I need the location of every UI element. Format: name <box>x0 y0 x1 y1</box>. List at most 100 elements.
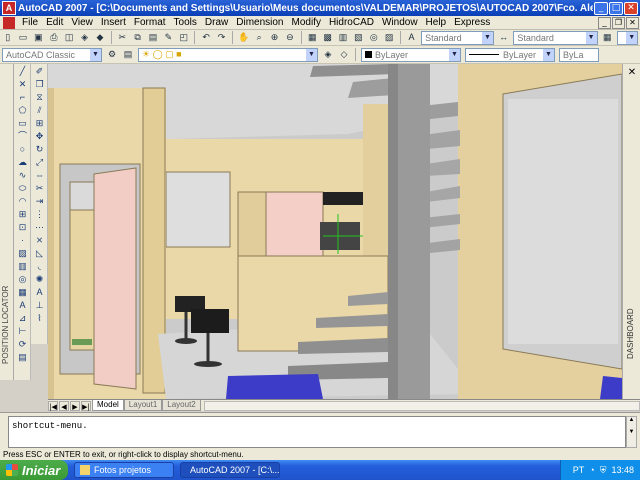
color-select[interactable]: ByLayer ▼ <box>361 47 461 62</box>
markup-icon[interactable]: ◎ <box>367 31 380 44</box>
command-scrollbar[interactable]: ▲ ▼ <box>626 416 637 448</box>
rotate-icon[interactable]: ↻ <box>32 143 47 155</box>
sheet-set-icon[interactable]: ▧ <box>352 31 365 44</box>
start-button[interactable]: Iniciar <box>0 460 68 480</box>
redo-icon[interactable]: ↷ <box>215 31 228 44</box>
dim-style-icon[interactable]: ↔ <box>497 31 510 44</box>
dashboard-palette[interactable]: ✕ DASHBOARD <box>622 64 640 399</box>
menu-window[interactable]: Window <box>378 17 422 28</box>
make-block-icon[interactable]: ⊡ <box>15 221 30 233</box>
3d-dwf-icon[interactable]: ◆ <box>93 31 106 44</box>
chamfer-icon[interactable]: ◺ <box>32 247 47 259</box>
text-edit-icon[interactable]: A <box>32 286 47 298</box>
point-icon[interactable]: · <box>15 234 30 246</box>
doc-minimize-button[interactable]: _ <box>598 16 611 29</box>
ellipse-arc-icon[interactable]: ◠ <box>15 195 30 207</box>
revision-cloud-icon[interactable]: ☁ <box>15 156 30 168</box>
linetype-select[interactable]: ByLayer ▼ <box>465 47 555 62</box>
scale-icon[interactable]: ⤢ <box>32 156 47 168</box>
multiline-text-icon[interactable]: A <box>15 299 30 311</box>
clock[interactable]: 13:48 <box>611 465 634 475</box>
doc-restore-button[interactable]: ❐ <box>612 16 625 29</box>
hatch-icon[interactable]: ▨ <box>15 247 30 259</box>
region-icon[interactable]: ◎ <box>15 273 30 285</box>
chevron-down-icon[interactable]: ▼ <box>90 48 101 61</box>
tab-layout2[interactable]: Layout2 <box>162 400 201 411</box>
rectangle-icon[interactable]: ▭ <box>15 117 30 129</box>
arc-icon[interactable]: ⌒ <box>15 130 30 142</box>
ucs-icon[interactable]: ⊿ <box>15 312 30 324</box>
chevron-down-icon[interactable]: ▼ <box>306 48 317 61</box>
circle-icon[interactable]: ○ <box>15 143 30 155</box>
table-style-select[interactable]: ▼ <box>616 30 639 45</box>
save-icon[interactable]: ▣ <box>32 31 45 44</box>
properties-icon[interactable]: ▦ <box>306 31 319 44</box>
3d-model-render[interactable] <box>48 64 622 399</box>
menu-help[interactable]: Help <box>422 17 451 28</box>
polygon-icon[interactable]: ⬠ <box>15 104 30 116</box>
doc-close-button[interactable]: ✕ <box>626 16 639 29</box>
tool-palettes-icon[interactable]: ▥ <box>336 31 349 44</box>
ellipse-icon[interactable]: ⬭ <box>15 182 30 194</box>
new-icon[interactable]: ▯ <box>1 31 14 44</box>
extend-icon[interactable]: ⇥ <box>32 195 47 207</box>
join-icon[interactable]: ⨯ <box>32 234 47 246</box>
table-style-icon[interactable]: ▦ <box>601 31 614 44</box>
copy-object-icon[interactable]: ❐ <box>32 78 47 90</box>
autocad-logo-icon[interactable]: A <box>2 1 16 15</box>
calculator-icon[interactable]: ▨ <box>382 31 395 44</box>
menu-express[interactable]: Express <box>450 17 494 28</box>
last-tab-button[interactable]: ▶| <box>81 400 91 411</box>
make-current-layer-icon[interactable]: ◈ <box>321 48 335 61</box>
pan-icon[interactable]: ✋ <box>237 31 250 44</box>
array-icon[interactable]: ⊞ <box>32 117 47 129</box>
text-style-icon[interactable]: A <box>405 31 418 44</box>
position-locator-palette[interactable]: POSITION LOCATOR <box>0 64 14 380</box>
plot-icon[interactable]: ⎙ <box>47 31 60 44</box>
zoom-window-icon[interactable]: ⊕ <box>268 31 281 44</box>
minimize-button[interactable]: _ <box>594 1 608 15</box>
task-autocad[interactable]: AutoCAD 2007 - [C:\... <box>180 462 280 478</box>
zoom-realtime-icon[interactable]: ⌕ <box>252 31 265 44</box>
copy-icon[interactable]: ⧉ <box>131 31 144 44</box>
menu-hidrocad[interactable]: HidroCAD <box>325 17 378 28</box>
erase-icon[interactable]: ✐ <box>32 65 47 77</box>
security-shield-icon[interactable]: ⛨ <box>600 465 607 476</box>
chevron-down-icon[interactable]: ▼ <box>481 31 493 44</box>
close-icon[interactable]: ✕ <box>626 67 638 79</box>
tab-layout1[interactable]: Layout1 <box>123 400 163 411</box>
pedit-icon[interactable]: ⌇ <box>32 312 47 324</box>
dim-style-select[interactable]: Standard ▼ <box>513 30 598 45</box>
3d-orbit-icon[interactable]: ⟳ <box>15 338 30 350</box>
menu-tools[interactable]: Tools <box>170 17 201 28</box>
previous-tab-button[interactable]: ◀ <box>59 400 69 411</box>
layer-select[interactable]: ☀ ◯ ▢ ■ ▼ <box>138 47 318 62</box>
task-fotos-projetos[interactable]: Fotos projetos <box>74 462 174 478</box>
chevron-down-icon[interactable]: ▼ <box>449 48 460 61</box>
block-editor-icon[interactable]: ◰ <box>177 31 190 44</box>
line-icon[interactable]: ╱ <box>15 65 30 77</box>
gradient-icon[interactable]: ▥ <box>15 260 30 272</box>
text-style-select[interactable]: Standard ▼ <box>421 30 494 45</box>
horizontal-scrollbar[interactable] <box>203 400 640 411</box>
paste-icon[interactable]: ▤ <box>146 31 159 44</box>
menu-modify[interactable]: Modify <box>288 17 325 28</box>
close-button[interactable]: ✕ <box>624 1 638 15</box>
first-tab-button[interactable]: |◀ <box>48 400 58 411</box>
polyline-icon[interactable]: ⌐ <box>15 91 30 103</box>
designcenter-icon[interactable]: ▩ <box>321 31 334 44</box>
document-icon[interactable] <box>3 16 15 29</box>
zoom-previous-icon[interactable]: ⊖ <box>283 31 296 44</box>
stack-icon[interactable]: ▤ <box>15 351 30 363</box>
chevron-down-icon[interactable]: ▼ <box>585 31 597 44</box>
fillet-icon[interactable]: ◟ <box>32 260 47 272</box>
undo-icon[interactable]: ↶ <box>199 31 212 44</box>
cut-icon[interactable]: ✂ <box>116 31 129 44</box>
dimension-icon[interactable]: ⊢ <box>15 325 30 337</box>
workspace-settings-icon[interactable]: ⚙ <box>105 48 119 61</box>
menu-insert[interactable]: Insert <box>97 17 130 28</box>
menu-edit[interactable]: Edit <box>42 17 67 28</box>
layer-manager-icon[interactable]: ▤ <box>121 48 135 61</box>
match-properties-icon[interactable]: ✎ <box>162 31 175 44</box>
publish-icon[interactable]: ◈ <box>78 31 91 44</box>
